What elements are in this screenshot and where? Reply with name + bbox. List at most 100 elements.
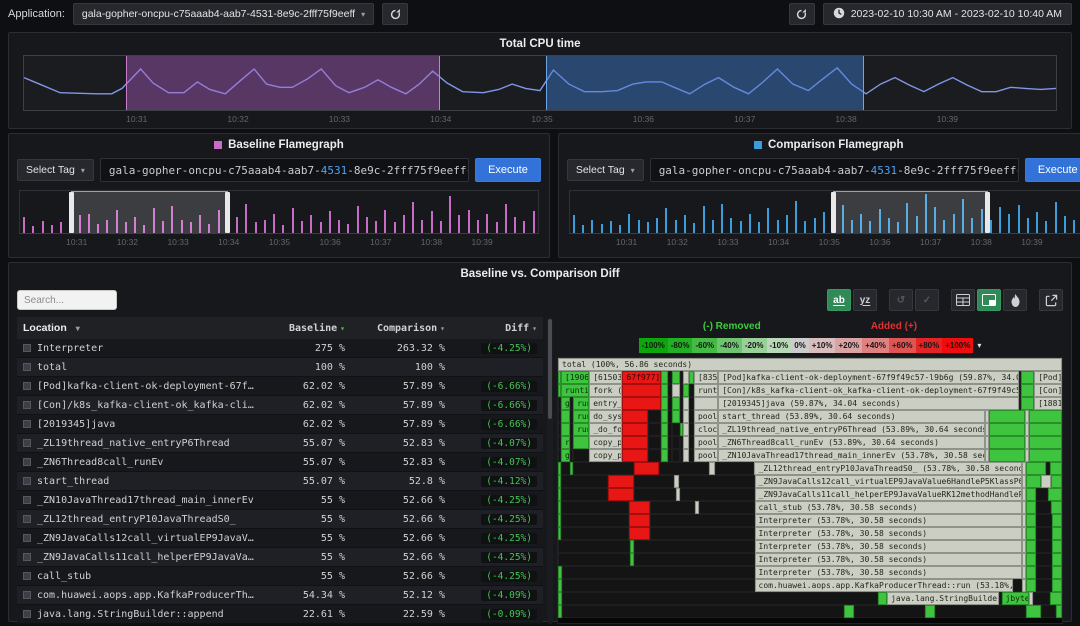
- table-row[interactable]: [Con]/k8s_kafka-client-ok_kafka-client-o…: [17, 396, 543, 415]
- table-row[interactable]: _ZN9JavaCalls12call_virtualEP9JavaValue6…: [17, 529, 543, 548]
- flame-frame[interactable]: fork (7.8: [589, 384, 622, 397]
- time-range-picker[interactable]: 2023-02-10 10:30 AM - 2023-02-10 10:40 A…: [823, 3, 1072, 25]
- flame-frame[interactable]: [989, 449, 1024, 462]
- flame-frame[interactable]: [1026, 475, 1041, 488]
- flame-frame[interactable]: [558, 540, 630, 553]
- flame-frame[interactable]: [672, 423, 680, 436]
- brush-handle-left[interactable]: [69, 192, 74, 233]
- flame-frame[interactable]: [672, 449, 680, 462]
- table-row[interactable]: [Pod]kafka-client-ok-deployment-67f9f49c…: [17, 377, 543, 396]
- brush-handle-left[interactable]: [831, 192, 836, 233]
- flame-frame[interactable]: Interpreter (53.78%, 30.58 seconds): [755, 527, 1022, 540]
- flame-frame[interactable]: _ZN6Thread8call_runEv (53.89%, 30.64 sec…: [718, 436, 985, 449]
- flame-frame[interactable]: [561, 488, 608, 501]
- flame-frame[interactable]: do_syscal: [589, 410, 622, 423]
- flame-frame[interactable]: gi: [561, 397, 570, 410]
- flame-frame[interactable]: [1052, 527, 1062, 540]
- baseline-selection-region[interactable]: [126, 56, 440, 110]
- flame-frame[interactable]: [1036, 501, 1051, 514]
- flame-frame[interactable]: copy_proc: [589, 436, 622, 449]
- flame-frame[interactable]: java.lang.StringBuilder::appen: [887, 592, 999, 605]
- flame-frame[interactable]: Interpreter (53.78%, 30.58 seconds): [755, 514, 1022, 527]
- flame-frame[interactable]: [1056, 605, 1062, 618]
- flame-frame[interactable]: [1029, 423, 1062, 436]
- export-button[interactable]: [1039, 289, 1063, 311]
- flame-frame[interactable]: Interpreter (53.78%, 30.58 seconds): [755, 566, 1022, 579]
- comparison-mini-chart[interactable]: [569, 190, 1080, 234]
- baseline-mini-chart[interactable]: [19, 190, 539, 234]
- comparison-execute-button[interactable]: Execute: [1025, 158, 1080, 182]
- table-row[interactable]: _ZN10JavaThread17thread_main_innerEv55 %…: [17, 491, 543, 510]
- flame-frame[interactable]: _do_fork: [589, 423, 622, 436]
- flame-frame[interactable]: [650, 501, 695, 514]
- flame-frame[interactable]: start_thread (53.89%, 30.64 seconds): [718, 410, 985, 423]
- table-row[interactable]: _ZL12thread_entryP10JavaThreadS0_55 %52.…: [17, 510, 543, 529]
- table-row[interactable]: java.lang.StringBuilder::append22.61 %22…: [17, 605, 543, 624]
- flame-frame[interactable]: [699, 501, 754, 514]
- baseline-execute-button[interactable]: Execute: [475, 158, 541, 182]
- flame-frame[interactable]: pool-1: [694, 436, 718, 449]
- time-brush[interactable]: [71, 191, 228, 233]
- flame-frame[interactable]: [573, 462, 633, 475]
- sort-caret-icon[interactable]: ▾: [532, 324, 537, 333]
- flame-frame[interactable]: [672, 410, 680, 423]
- flame-frame[interactable]: [573, 436, 589, 449]
- flame-frame[interactable]: [622, 384, 660, 397]
- table-row[interactable]: [2019345]java62.02 %57.89 %(-6.66%): [17, 415, 543, 434]
- flame-frame[interactable]: [573, 449, 589, 462]
- flame-frame[interactable]: [629, 527, 650, 540]
- flame-frame[interactable]: [1026, 553, 1036, 566]
- flame-frame[interactable]: [634, 488, 676, 501]
- flame-frame[interactable]: [648, 410, 661, 423]
- sort-ab-button[interactable]: ab: [827, 289, 851, 311]
- flame-frame[interactable]: [672, 436, 680, 449]
- flame-frame[interactable]: [Pod]kafka-client-ok-deployment-67f9f49c…: [718, 371, 1018, 384]
- flame-frame[interactable]: [83569: [694, 371, 718, 384]
- flame-frame[interactable]: [1026, 566, 1036, 579]
- flame-frame[interactable]: _ZL12thread_entryP10JavaThreadS0_ (53.78…: [754, 462, 1021, 475]
- flame-frame[interactable]: [989, 423, 1024, 436]
- flame-frame[interactable]: [1041, 605, 1056, 618]
- total-cpu-chart[interactable]: [23, 55, 1057, 111]
- flame-frame[interactable]: copy_page: [589, 449, 622, 462]
- flame-frame[interactable]: [622, 410, 647, 423]
- flame-frame[interactable]: runt: [573, 410, 589, 423]
- refresh-time-button[interactable]: [789, 3, 815, 25]
- flame-frame[interactable]: gi: [561, 449, 570, 462]
- flame-frame[interactable]: [622, 397, 660, 410]
- flame-frame[interactable]: [1026, 579, 1036, 592]
- flame-frame[interactable]: [634, 540, 755, 553]
- flame-frame[interactable]: [1029, 410, 1062, 423]
- flame-frame[interactable]: [1051, 501, 1062, 514]
- flame-frame[interactable]: [1033, 592, 1050, 605]
- flame-frame[interactable]: [1026, 501, 1036, 514]
- flame-frame[interactable]: [1036, 527, 1052, 540]
- flame-frame[interactable]: [Con]: [1034, 384, 1062, 397]
- brush-handle-right[interactable]: [225, 192, 230, 233]
- flame-frame[interactable]: [1048, 488, 1062, 501]
- flame-frame[interactable]: [1036, 514, 1052, 527]
- comparison-query-input[interactable]: gala-gopher-oncpu-c75aaab4-aab7-4531-8e9…: [650, 158, 1019, 182]
- flame-frame[interactable]: [561, 527, 629, 540]
- flame-frame[interactable]: [661, 397, 668, 410]
- flame-frame[interactable]: [629, 514, 650, 527]
- flame-frame[interactable]: [1052, 579, 1062, 592]
- flame-frame[interactable]: [1052, 540, 1062, 553]
- flame-frame[interactable]: [561, 423, 570, 436]
- column-header-baseline[interactable]: Baseline▾: [257, 323, 345, 334]
- flame-frame[interactable]: [694, 397, 718, 410]
- flame-frame[interactable]: [672, 384, 680, 397]
- flame-frame[interactable]: _ZN9JavaCalls11call_helperEP9JavaValueRK…: [755, 488, 1022, 501]
- flame-frame[interactable]: [659, 462, 709, 475]
- flame-frame[interactable]: [1021, 397, 1034, 410]
- comparison-select-tag-button[interactable]: Select Tag ▾: [567, 159, 644, 181]
- flame-frame[interactable]: [1041, 475, 1051, 488]
- flame-frame[interactable]: _ZN9JavaCalls12call_virtualEP9JavaValue6…: [755, 475, 1022, 488]
- flame-frame[interactable]: [615037]st: [589, 371, 622, 384]
- flame-frame[interactable]: [561, 462, 570, 475]
- flame-frame[interactable]: [650, 514, 755, 527]
- flame-frame[interactable]: runt: [573, 423, 589, 436]
- flame-frame[interactable]: total (100%, 56.86 seconds): [558, 358, 1062, 371]
- flame-frame[interactable]: [1026, 488, 1036, 501]
- flame-frame[interactable]: [561, 514, 629, 527]
